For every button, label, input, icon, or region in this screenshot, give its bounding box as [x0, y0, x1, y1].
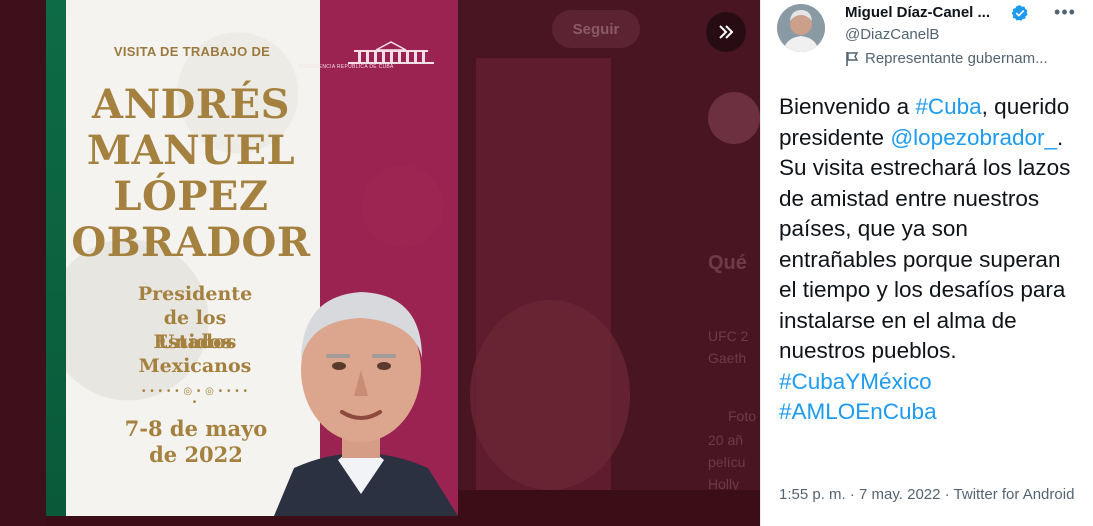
background-image-blur	[470, 300, 630, 490]
poster-ornament-divider: • • • • • ◎ • ◎ • • • • •	[141, 386, 249, 408]
government-label[interactable]: Representante gubernam...	[845, 50, 1085, 67]
background-left-strip	[0, 0, 46, 526]
author-avatar[interactable]	[777, 4, 825, 52]
next-image-button[interactable]	[706, 12, 746, 52]
tweet-text: Bienvenido a #Cuba, querido presidente @…	[779, 92, 1079, 428]
poster-name-line: MANUEL	[86, 127, 296, 174]
author-handle[interactable]: @DiazCanelB	[845, 26, 939, 43]
background-trend-text: Gaeth	[708, 350, 747, 366]
flag-icon	[846, 51, 859, 66]
tweet-timestamp[interactable]: 1:55 p. m. · 7 may. 2022 · Twitter for A…	[779, 484, 1079, 505]
more-options-button[interactable]: •••	[1053, 2, 1077, 26]
mention-link[interactable]: @lopezobrador_	[890, 125, 1057, 150]
tweet-media-image[interactable]: PRESIDENCIA REPÚBLICA DE CUBA VISITA DE …	[46, 0, 458, 516]
government-logo-text: PRESIDENCIA REPÚBLICA DE CUBA	[298, 64, 394, 70]
poster-name-line: OBRADOR	[71, 219, 311, 266]
poster-name-line: ANDRÉS	[92, 81, 290, 128]
tweet-text-segment: . Su visita estrechará los lazos de amis…	[779, 124, 1071, 364]
background-trend-text: UFC 2	[708, 328, 749, 344]
hashtag-link[interactable]: #CubaYMéxico	[779, 369, 932, 394]
author-name-link[interactable]: Miguel Díaz-Canel ...	[845, 4, 990, 21]
hashtag-link[interactable]: #AMLOEnCuba	[779, 399, 937, 424]
poster-name-line: LÓPEZ	[113, 173, 269, 220]
hashtag-link[interactable]: #Cuba	[915, 94, 981, 119]
background-trend-text: 20 añ	[708, 432, 744, 448]
poster-visit-title: VISITA DE TRABAJO DE	[113, 44, 271, 59]
government-building-logo	[348, 41, 434, 64]
government-label-text: Representante gubernam...	[865, 50, 1048, 67]
background-trend-text: Foto	[728, 408, 757, 424]
poster-role-line: Presidente	[137, 283, 253, 305]
background-follow-button: Seguir	[552, 10, 640, 48]
chevron-double-right-icon	[719, 25, 734, 39]
background-heading: Qué	[708, 252, 747, 274]
poster-role-line: Unidos	[157, 331, 233, 353]
poster-date-line: 7-8 de mayo	[124, 416, 268, 441]
tweet-detail-panel: Miguel Díaz-Canel ... @DiazCanelB ••• Re…	[760, 0, 1093, 526]
author-avatar-image	[777, 4, 825, 52]
tweet-text-segment: Bienvenido a	[779, 94, 916, 119]
president-portrait-photo	[274, 292, 458, 516]
background-trend-text: pelícu	[708, 454, 746, 470]
verified-badge-icon	[1011, 5, 1028, 21]
poster-date-line: de 2022	[149, 442, 243, 467]
background-avatar	[708, 92, 760, 144]
poster-role-line: Mexicanos	[138, 355, 252, 377]
